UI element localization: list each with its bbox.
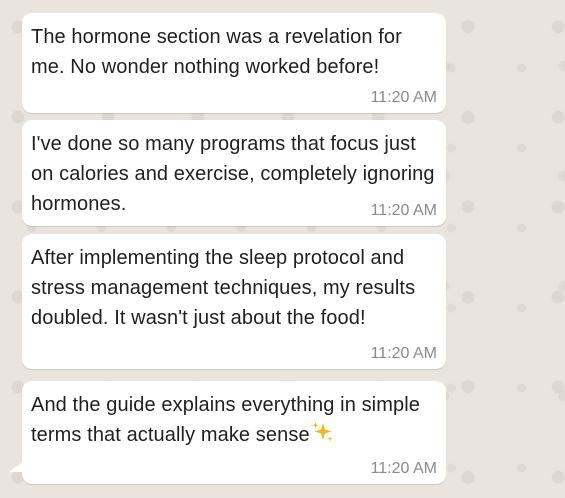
message-timestamp: 11:20 AM [370, 345, 437, 362]
message-bubble[interactable]: The hormone section was a revelation for… [22, 13, 446, 113]
message-text: And the guide explains everything in sim… [31, 394, 420, 446]
message-bubble[interactable]: I've done so many programs that focus ju… [22, 120, 446, 226]
sparkles-icon [311, 422, 333, 442]
message-text: The hormone section was a revelation for… [31, 26, 402, 78]
message-timestamp: 11:20 AM [370, 89, 437, 106]
message-timestamp: 11:20 AM [370, 202, 437, 219]
bubble-tail [9, 462, 23, 472]
chat-thread: The hormone section was a revelation for… [0, 0, 565, 498]
message-timestamp: 11:20 AM [370, 460, 437, 477]
message-text-container: And the guide explains everything in sim… [31, 390, 436, 450]
message-bubble[interactable]: After implementing the sleep protocol an… [22, 234, 446, 369]
message-bubble[interactable]: And the guide explains everything in sim… [22, 381, 446, 484]
message-text: After implementing the sleep protocol an… [31, 247, 416, 329]
